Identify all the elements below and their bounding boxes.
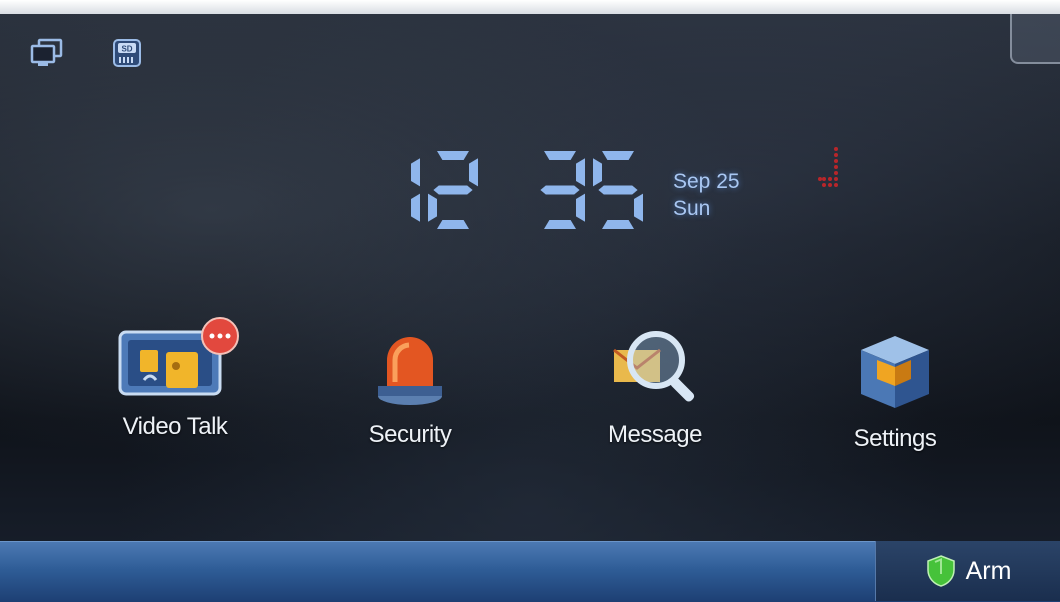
- message-button[interactable]: Message: [585, 320, 725, 449]
- security-button[interactable]: Security: [350, 330, 470, 449]
- clock-segment: [433, 185, 473, 195]
- corner-tab[interactable]: [1010, 14, 1060, 64]
- security-label: Security: [368, 421, 452, 448]
- clock-segment: [411, 158, 420, 187]
- clock-segment: [593, 158, 602, 187]
- sd-card-icon: SD: [112, 38, 142, 73]
- message-search-icon: [613, 331, 695, 402]
- settings-button[interactable]: Settings: [830, 330, 960, 453]
- home-screen: [0, 0, 1060, 601]
- clock-segment: [540, 185, 580, 195]
- date-text: Sep 25: [673, 170, 740, 193]
- red-indicator-icon: [816, 145, 842, 193]
- video-talk-icon: [118, 317, 239, 396]
- arm-button[interactable]: Arm: [875, 541, 1060, 601]
- cubes-icon: [861, 336, 929, 408]
- settings-label: Settings: [853, 425, 937, 452]
- clock-segment: [576, 158, 585, 187]
- message-label: Message: [608, 421, 702, 448]
- clock-segment: [411, 193, 420, 222]
- alarm-light-icon: [378, 337, 442, 405]
- arm-label: Arm: [965, 556, 1012, 585]
- clock-segment: [437, 151, 469, 160]
- clock-segment: [602, 220, 634, 229]
- clock-segment: [576, 193, 585, 222]
- clock-segment: [469, 158, 478, 187]
- date-display: Sep 25 Sun: [673, 168, 740, 223]
- clock-segment: [544, 220, 576, 229]
- clock-segment: [598, 185, 638, 195]
- device-frame: [0, 0, 1060, 14]
- clock-segment: [544, 151, 576, 160]
- video-talk-label: Video Talk: [122, 413, 228, 440]
- clock-segment: [634, 193, 643, 222]
- weekday-text: Sun: [673, 197, 711, 221]
- clock-segment: [428, 193, 437, 222]
- video-talk-button[interactable]: Video Talk: [100, 312, 250, 441]
- monitor-icon: [30, 38, 64, 73]
- clock-segment: [602, 151, 634, 160]
- sd-label: SD: [121, 45, 132, 54]
- digital-clock: [370, 150, 670, 230]
- clock-segment: [437, 220, 469, 229]
- shield-icon: [926, 555, 955, 587]
